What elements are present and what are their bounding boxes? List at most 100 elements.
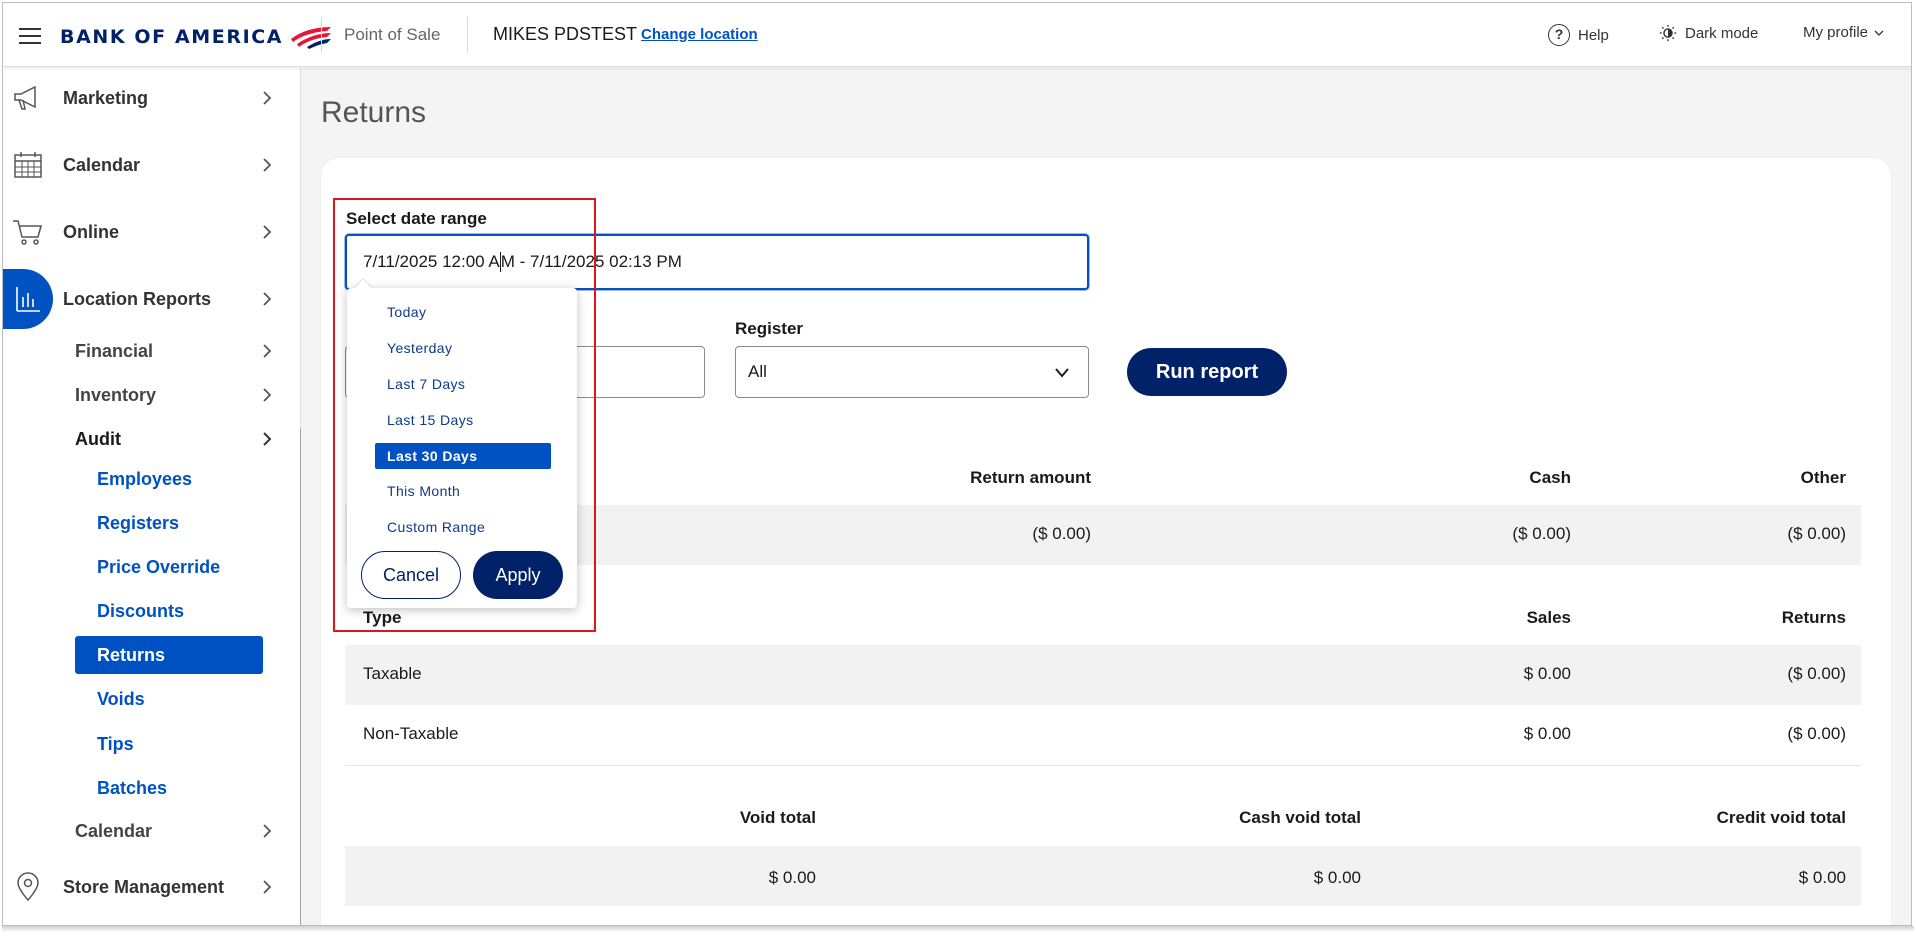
sidebar-item-discounts[interactable]: Discounts [75, 592, 263, 630]
sidebar-item-employees[interactable]: Employees [75, 460, 263, 498]
sidebar-item-online[interactable]: Online [3, 202, 301, 262]
table-cell: ($ 0.00) [1032, 524, 1091, 543]
chevron-right-icon [263, 388, 272, 402]
table-cell: $ 0.00 [1523, 724, 1571, 743]
brand-name: BANK OF AMERICA [60, 26, 284, 48]
run-report-button[interactable]: Run report [1127, 348, 1287, 396]
range-option-this-month[interactable]: This Month [375, 478, 551, 504]
sidebar-sub-calendar[interactable]: Calendar [75, 813, 285, 849]
sidebar-item-label: Marketing [63, 87, 149, 108]
sidebar-item-marketing[interactable]: Marketing [3, 68, 301, 128]
page-title: Returns [321, 96, 427, 129]
date-range-label: Select date range [346, 209, 487, 228]
table-cell: Non-Taxable [363, 724, 459, 743]
table-row: $ 0.00 $ 0.00 $ 0.00 [345, 846, 1861, 906]
table-row: Non-Taxable $ 0.00 ($ 0.00) [345, 705, 1861, 765]
table-cell: $ 0.00 [1313, 868, 1361, 887]
profile-menu[interactable]: My profile [1803, 24, 1884, 41]
sidebar-item-batches[interactable]: Batches [75, 769, 263, 807]
table-row: Taxable $ 0.00 ($ 0.00) [345, 645, 1861, 705]
change-location-link[interactable]: Change location [641, 26, 758, 43]
help-button[interactable]: ? Help [1548, 24, 1609, 46]
bar-chart-icon [3, 269, 53, 329]
chevron-right-icon [263, 344, 272, 358]
column-header: Return amount [970, 468, 1091, 487]
window-shadow [2, 926, 1914, 932]
range-option-last-7-days[interactable]: Last 7 Days [375, 371, 551, 397]
sidebar-item-calendar[interactable]: Calendar [3, 135, 301, 195]
sidebar-sub-financial[interactable]: Financial [75, 333, 285, 369]
chevron-right-icon [263, 432, 272, 446]
flag-logo-icon [291, 27, 332, 49]
table-cell: Taxable [363, 664, 422, 683]
dark-mode-toggle[interactable]: Dark mode [1659, 24, 1758, 42]
register-select-value: All [748, 362, 767, 381]
column-header: Cash void total [1239, 808, 1361, 827]
register-select[interactable]: All [735, 346, 1089, 398]
date-range-value-start: 7/11/2025 12:00 A [363, 252, 500, 271]
sidebar-leaf-label: Price Override [97, 556, 221, 577]
dark-mode-label: Dark mode [1685, 24, 1759, 42]
apply-button[interactable]: Apply [473, 551, 563, 599]
table-cell: $ 0.00 [768, 868, 816, 887]
header-divider [467, 17, 468, 53]
chevron-right-icon [263, 880, 272, 894]
sidebar-sub-label: Calendar [75, 820, 153, 841]
column-header: Sales [1526, 608, 1571, 627]
megaphone-icon [11, 81, 45, 115]
chevron-right-icon [263, 158, 272, 172]
column-header: Cash [1529, 468, 1571, 487]
sidebar-item-store-management[interactable]: Store Management [3, 857, 301, 917]
sidebar-sub-audit[interactable]: Audit [75, 421, 285, 457]
menu-icon[interactable] [19, 25, 45, 45]
chevron-right-icon [263, 292, 272, 306]
sidebar-item-voids[interactable]: Voids [75, 680, 263, 718]
sidebar-sub-label: Audit [75, 428, 121, 449]
sidebar-item-label: Store Management [63, 876, 225, 897]
sidebar-leaf-label: Returns [97, 644, 166, 665]
sidebar-leaf-label: Employees [97, 468, 193, 489]
range-option-custom-range[interactable]: Custom Range [375, 514, 551, 540]
location-pin-icon [11, 870, 45, 904]
table-cell: ($ 0.00) [1787, 664, 1846, 683]
cancel-button[interactable]: Cancel [361, 551, 461, 599]
sidebar-leaf-label: Tips [97, 733, 134, 754]
sidebar-leaf-label: Voids [97, 688, 145, 709]
date-range-dropdown: Today Yesterday Last 7 Days Last 15 Days… [347, 279, 577, 608]
sidebar: Marketing Calendar Online Location Repor… [3, 68, 303, 925]
sidebar-leaf-label: Batches [97, 777, 168, 798]
table-cell: ($ 0.00) [1787, 524, 1846, 543]
column-header: Credit void total [1716, 808, 1846, 827]
range-option-last-15-days[interactable]: Last 15 Days [375, 407, 551, 433]
sun-icon [1659, 24, 1677, 42]
table-cell: ($ 0.00) [1787, 724, 1846, 743]
sidebar-item-tips[interactable]: Tips [75, 725, 263, 763]
column-header: Other [1800, 468, 1846, 487]
chevron-down-icon [1874, 30, 1884, 36]
header-divider [321, 17, 322, 53]
table-cell: $ 0.00 [1798, 868, 1846, 887]
help-icon: ? [1548, 24, 1570, 46]
sidebar-item-returns[interactable]: Returns [75, 636, 263, 674]
range-option-last-30-days[interactable]: Last 30 Days [375, 443, 551, 469]
chevron-right-icon [263, 91, 272, 105]
help-label: Help [1578, 26, 1609, 44]
top-header: BANK OF AMERICA Point of Sale MIKES PDST… [3, 3, 1911, 67]
app-window: BANK OF AMERICA Point of Sale MIKES PDST… [2, 2, 1912, 926]
table-cell: $ 0.00 [1523, 664, 1571, 683]
brand-logo[interactable]: BANK OF AMERICA [60, 22, 333, 52]
date-range-input[interactable]: 7/11/2025 12:00 AM - 7/11/2025 02:13 PM [345, 234, 1089, 290]
sidebar-item-registers[interactable]: Registers [75, 504, 263, 542]
sidebar-leaf-label: Registers [97, 512, 180, 533]
register-label: Register [735, 319, 804, 338]
range-option-today[interactable]: Today [375, 299, 551, 325]
chevron-right-icon [263, 225, 272, 239]
profile-label: My profile [1803, 24, 1869, 41]
column-header: Returns [1781, 608, 1846, 627]
sidebar-sub-inventory[interactable]: Inventory [75, 377, 285, 413]
sidebar-item-price-override[interactable]: Price Override [75, 548, 263, 586]
calendar-icon [11, 148, 45, 182]
range-option-yesterday[interactable]: Yesterday [375, 335, 551, 361]
chevron-down-icon [1055, 368, 1069, 378]
sidebar-item-location-reports[interactable]: Location Reports [3, 269, 301, 329]
